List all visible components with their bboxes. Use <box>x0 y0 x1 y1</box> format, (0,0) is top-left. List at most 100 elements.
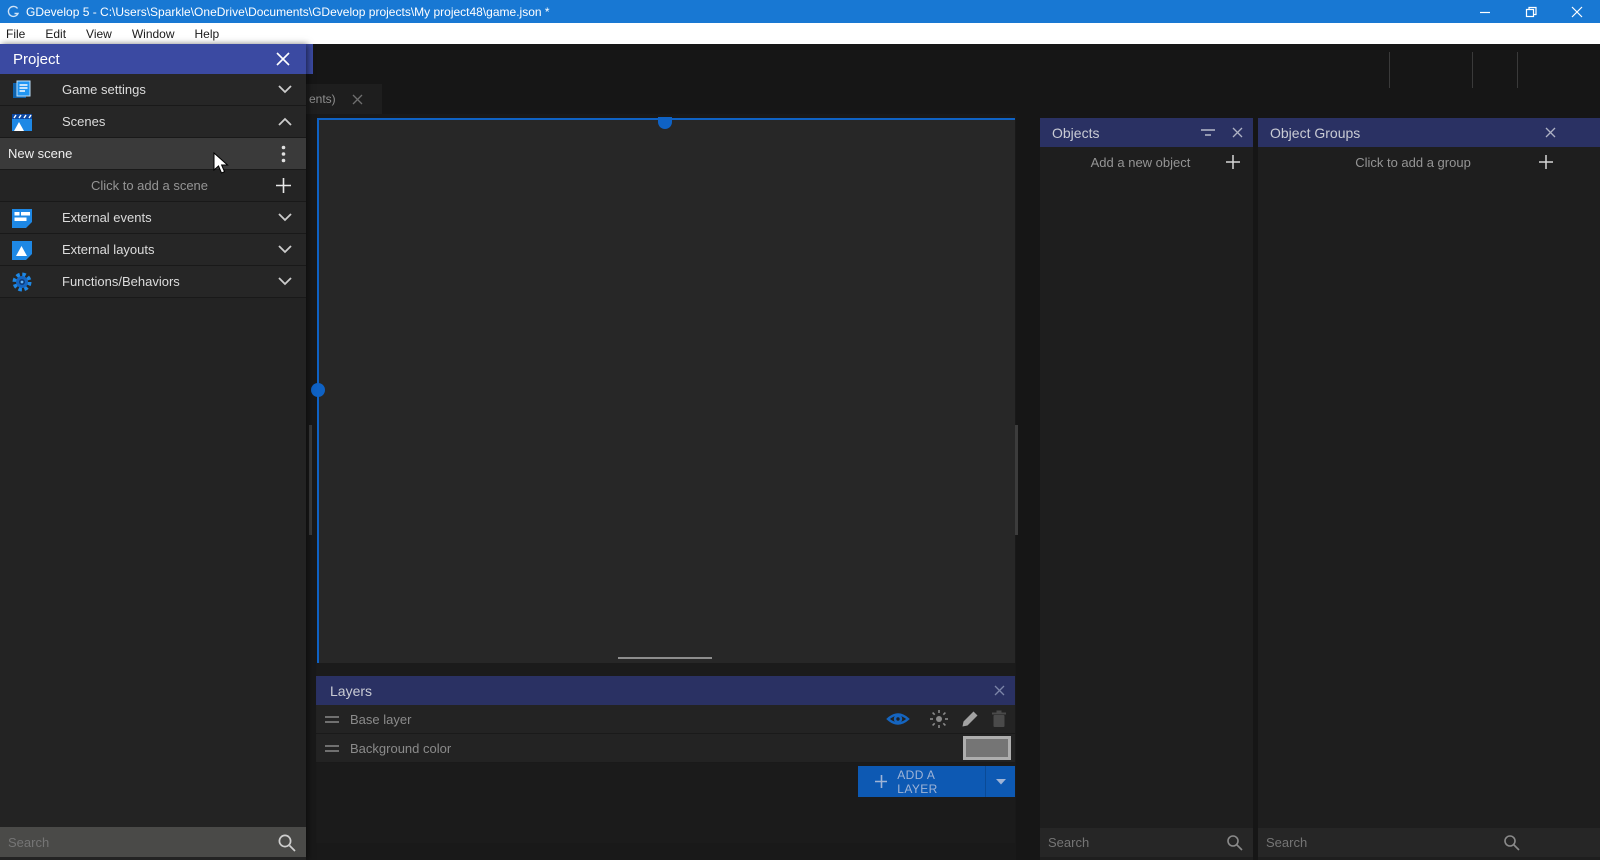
plus-icon[interactable] <box>1538 154 1554 170</box>
chevron-down-icon <box>278 213 292 222</box>
toolbar-separator <box>1472 52 1473 88</box>
objects-search-input[interactable] <box>1040 827 1226 858</box>
object-groups-panel-close-icon[interactable] <box>1545 127 1556 138</box>
sidebar-item-label: Functions/Behaviors <box>62 274 180 289</box>
menu-item-view[interactable]: View <box>76 23 122 44</box>
objects-panel-close-icon[interactable] <box>1232 127 1243 138</box>
restore-icon <box>1525 6 1537 18</box>
tab-close-icon[interactable] <box>352 94 363 105</box>
chevron-up-icon <box>278 117 292 126</box>
selection-handle-left[interactable] <box>311 383 325 397</box>
project-panel-header: Project <box>0 44 306 74</box>
canvas-vertical-scrollbar-left[interactable] <box>309 425 312 535</box>
object-groups-search-input[interactable] <box>1258 827 1503 858</box>
layer-edit-button[interactable] <box>961 710 979 728</box>
layers-panel: Layers Base layer <box>316 663 1015 843</box>
close-window-button[interactable] <box>1554 0 1600 23</box>
layers-panel-resize-handle[interactable] <box>618 657 712 659</box>
menu-item-window[interactable]: Window <box>122 23 185 44</box>
objects-filter-button[interactable] <box>1200 127 1216 139</box>
plus-icon[interactable] <box>275 177 292 194</box>
add-object-row[interactable]: Add a new object <box>1040 147 1253 177</box>
add-object-label: Add a new object <box>1040 155 1225 170</box>
project-panel-title: Project <box>13 51 60 68</box>
layer-delete-button[interactable] <box>991 710 1007 728</box>
project-panel: Project Game settings <box>0 44 306 860</box>
add-layer-button-label: ADD A LAYER <box>897 768 969 796</box>
trash-icon <box>991 710 1007 728</box>
layers-panel-close-icon[interactable] <box>994 685 1005 696</box>
objects-panel-header: Objects <box>1040 118 1253 147</box>
toolbar-separator <box>1517 52 1518 88</box>
sidebar-item-scenes[interactable]: Scenes <box>0 106 306 138</box>
add-layer-dropdown-button[interactable] <box>985 766 1015 797</box>
sidebar-item-label: External layouts <box>62 242 155 257</box>
add-layer-button-group: ADD A LAYER <box>858 766 1015 797</box>
search-icon <box>1226 834 1243 851</box>
chevron-down-icon <box>278 277 292 286</box>
drag-handle-icon[interactable] <box>324 743 340 753</box>
object-groups-panel-header: Object Groups <box>1258 118 1600 147</box>
mouse-cursor <box>213 152 231 181</box>
menu-item-help[interactable]: Help <box>185 23 230 44</box>
close-icon <box>1571 6 1583 18</box>
sidebar-item-functions-behaviors[interactable]: Functions/Behaviors <box>0 266 306 298</box>
sidebar-item-label: Scenes <box>62 114 105 129</box>
scene-tab[interactable]: ents) <box>306 84 382 114</box>
layer-row-background-color[interactable]: Background color <box>316 734 1015 763</box>
layer-name: Background color <box>350 741 451 756</box>
layer-visibility-button[interactable] <box>885 710 911 728</box>
window-title: GDevelop 5 - C:\Users\Sparkle\OneDrive\D… <box>26 5 550 19</box>
project-panel-close-icon[interactable] <box>276 52 290 66</box>
layer-name: Base layer <box>350 712 411 727</box>
scene-list-item[interactable]: New scene <box>0 138 306 170</box>
minimize-button[interactable] <box>1462 0 1508 23</box>
canvas-vertical-scrollbar-right[interactable] <box>1015 425 1018 535</box>
gear-icon <box>10 271 34 293</box>
app-logo-icon <box>6 4 21 19</box>
add-layer-button[interactable]: ADD A LAYER <box>858 766 985 797</box>
game-settings-icon <box>10 79 34 101</box>
objects-search-bar <box>1040 828 1253 857</box>
window-controls <box>1462 0 1600 23</box>
project-search-input[interactable] <box>0 826 277 858</box>
object-groups-search-bar <box>1258 828 1600 857</box>
project-manager-toggle-highlight <box>305 44 313 74</box>
sidebar-item-game-settings[interactable]: Game settings <box>0 74 306 106</box>
eye-icon <box>885 710 911 728</box>
add-scene-label: Click to add a scene <box>0 178 275 193</box>
layer-effects-button[interactable] <box>929 709 949 729</box>
external-events-icon <box>10 207 34 229</box>
drag-handle-icon[interactable] <box>324 714 340 724</box>
effects-icon <box>929 709 949 729</box>
scene-canvas[interactable] <box>318 119 1015 672</box>
scenes-icon <box>10 111 34 133</box>
menu-item-file[interactable]: File <box>0 23 35 44</box>
chevron-down-icon <box>278 85 292 94</box>
sidebar-item-external-layouts[interactable]: External layouts <box>0 234 306 266</box>
plus-icon <box>874 774 887 789</box>
restore-button[interactable] <box>1508 0 1554 23</box>
filter-icon <box>1200 127 1216 139</box>
layers-panel-header: Layers <box>316 676 1015 705</box>
sidebar-item-label: External events <box>62 210 152 225</box>
add-group-label: Click to add a group <box>1258 155 1538 170</box>
project-search-bar <box>0 827 306 857</box>
external-layouts-icon <box>10 239 34 261</box>
object-groups-panel-title: Object Groups <box>1270 125 1360 141</box>
minimize-icon <box>1479 6 1491 18</box>
menu-item-edit[interactable]: Edit <box>35 23 76 44</box>
toolbar-separator <box>1389 52 1390 88</box>
menu-bar: File Edit View Window Help <box>0 23 1600 44</box>
object-groups-panel: Object Groups Click to add a group <box>1258 118 1600 860</box>
scene-tab-label: ents) <box>309 92 336 106</box>
sidebar-item-external-events[interactable]: External events <box>0 202 306 234</box>
plus-icon[interactable] <box>1225 154 1241 170</box>
search-icon <box>277 833 296 852</box>
objects-panel-title: Objects <box>1052 125 1099 141</box>
layer-row-base[interactable]: Base layer <box>316 705 1015 734</box>
kebab-menu-icon[interactable] <box>281 145 286 163</box>
add-scene-row[interactable]: Click to add a scene <box>0 170 306 202</box>
add-group-row[interactable]: Click to add a group <box>1258 147 1600 177</box>
background-color-swatch[interactable] <box>963 736 1011 760</box>
